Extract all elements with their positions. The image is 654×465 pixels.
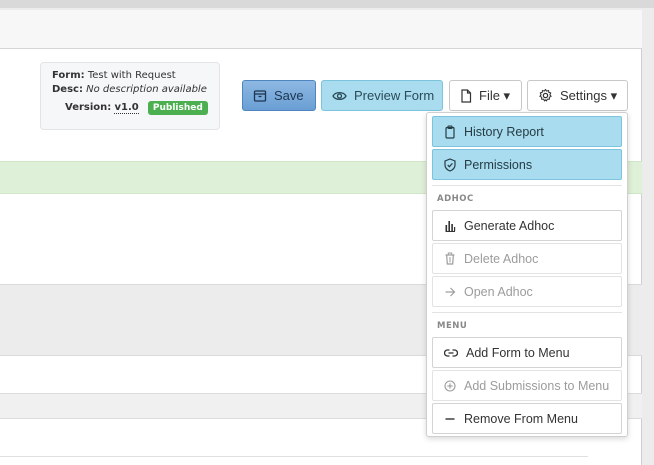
arrow-right-icon: [445, 287, 456, 296]
settings-dropdown-button[interactable]: Settings ▾: [527, 80, 628, 111]
status-badge: Published: [147, 101, 208, 115]
menu-item-history-report[interactable]: History Report: [432, 116, 622, 147]
save-icon: [253, 89, 267, 102]
menu-item-permissions[interactable]: Permissions: [432, 149, 622, 180]
header-background: [0, 10, 642, 48]
menu-item-add-submissions-to-menu[interactable]: Add Submissions to Menu: [432, 370, 622, 401]
version-label: Version:: [65, 102, 112, 113]
permissions-label: Permissions: [464, 157, 533, 172]
form-version-row: Version: v1.0 Published: [65, 101, 208, 115]
adhoc-section-header: ADHOC: [437, 194, 474, 204]
top-bar: [0, 0, 654, 8]
desc-label: Desc:: [52, 84, 83, 95]
menu-divider: [432, 185, 622, 186]
plus-circle-icon: [444, 379, 456, 392]
gear-icon: [539, 88, 552, 102]
menu-divider: [432, 312, 622, 313]
add-form-to-menu-label: Add Form to Menu: [466, 345, 570, 360]
trash-icon: [445, 252, 455, 265]
link-icon: [444, 348, 458, 357]
settings-dropdown-menu: History Report Permissions ADHOC Generat…: [426, 112, 628, 437]
preview-form-label: Preview Form: [354, 88, 435, 103]
remove-from-menu-label: Remove From Menu: [464, 411, 578, 426]
form-desc-row: Desc: No description available: [52, 84, 207, 95]
save-button[interactable]: Save: [242, 80, 316, 111]
form-description: No description available: [86, 84, 207, 95]
preview-form-button[interactable]: Preview Form: [321, 80, 443, 111]
menu-item-remove-from-menu[interactable]: Remove From Menu: [432, 403, 622, 434]
generate-adhoc-label: Generate Adhoc: [464, 218, 555, 233]
bottom-divider: [0, 456, 588, 457]
history-report-label: History Report: [464, 124, 544, 139]
shield-check-icon: [444, 157, 456, 172]
version-value[interactable]: v1.0: [114, 102, 139, 114]
settings-label: Settings ▾: [560, 87, 618, 103]
form-name: Test with Request: [87, 70, 176, 81]
clipboard-icon: [445, 124, 455, 139]
bar-chart-icon: [445, 221, 456, 232]
menu-item-delete-adhoc[interactable]: Delete Adhoc: [432, 243, 622, 274]
form-name-row: Form: Test with Request: [52, 70, 176, 81]
delete-adhoc-label: Delete Adhoc: [464, 251, 539, 266]
form-info-box: Form: Test with Request Desc: No descrip…: [40, 62, 220, 130]
open-adhoc-label: Open Adhoc: [464, 284, 533, 299]
file-dropdown-button[interactable]: File ▾: [449, 80, 522, 111]
menu-item-add-form-to-menu[interactable]: Add Form to Menu: [432, 337, 622, 368]
form-label: Form:: [52, 70, 85, 81]
file-icon: [461, 88, 472, 103]
add-submissions-to-menu-label: Add Submissions to Menu: [464, 378, 610, 393]
save-label: Save: [274, 88, 304, 103]
file-label: File ▾: [479, 87, 511, 103]
minus-icon: [445, 417, 455, 420]
eye-icon: [332, 91, 347, 100]
menu-item-generate-adhoc[interactable]: Generate Adhoc: [432, 210, 622, 241]
menu-section-header: MENU: [437, 321, 468, 331]
menu-item-open-adhoc[interactable]: Open Adhoc: [432, 276, 622, 307]
